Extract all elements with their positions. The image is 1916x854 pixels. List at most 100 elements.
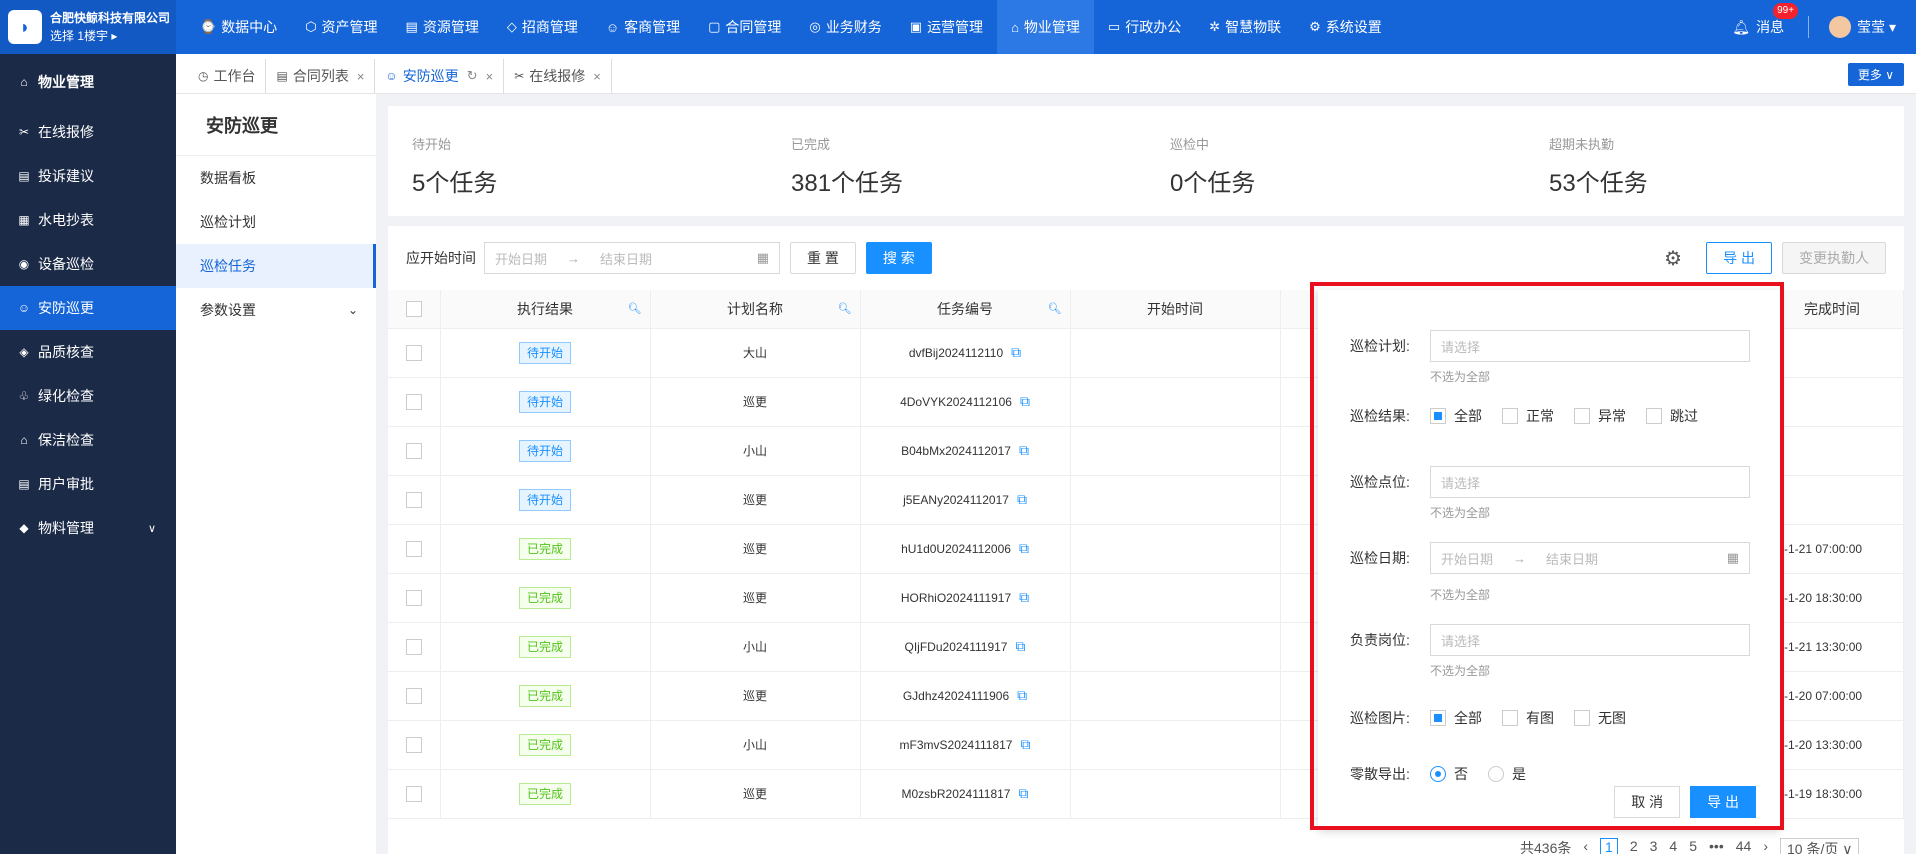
split_opts-option-1[interactable]: 是: [1488, 764, 1526, 784]
sidebar-item-5[interactable]: ◈ 品质核查: [0, 330, 176, 374]
point-select[interactable]: 请选择: [1430, 466, 1750, 498]
confirm-export-button[interactable]: 导 出: [1690, 786, 1756, 818]
post-select[interactable]: 请选择: [1430, 624, 1750, 656]
start-date-input[interactable]: 开始日期: [495, 249, 547, 268]
page-•••[interactable]: •••: [1709, 838, 1724, 854]
row-select-cell[interactable]: [388, 328, 441, 378]
result_opts-option-1[interactable]: 正常: [1502, 406, 1554, 426]
checkbox[interactable]: [1574, 710, 1590, 726]
row-checkbox[interactable]: [405, 589, 422, 606]
row-checkbox[interactable]: [405, 785, 422, 802]
nav-item-11[interactable]: ⚙ 系统设置: [1295, 0, 1396, 54]
img_opts-option-0[interactable]: 全部: [1430, 708, 1482, 728]
messages-button[interactable]: 🔔︎ 消息 99+: [1732, 3, 1799, 37]
select-all-header[interactable]: [388, 290, 441, 329]
row-checkbox[interactable]: [405, 638, 422, 655]
checkbox[interactable]: [1646, 408, 1662, 424]
close-icon[interactable]: ×: [486, 69, 494, 84]
page-5[interactable]: 5: [1689, 838, 1697, 854]
gear-icon[interactable]: ⚙: [1664, 246, 1682, 271]
copy-icon[interactable]: ⧉: [1019, 589, 1029, 605]
copy-icon[interactable]: ⧉: [1019, 442, 1029, 458]
row-checkbox[interactable]: [405, 540, 422, 557]
close-icon[interactable]: ×: [593, 69, 601, 84]
nav-item-10[interactable]: ✲ 智慧物联: [1195, 0, 1295, 54]
page-size-select[interactable]: 10 条/页 ∨: [1779, 838, 1860, 854]
row-select-cell[interactable]: [388, 622, 441, 672]
copy-icon[interactable]: ⧉: [1017, 491, 1027, 507]
popup-end-date[interactable]: 结束日期: [1546, 549, 1598, 568]
end-date-input[interactable]: 结束日期: [600, 249, 652, 268]
submenu-item-0[interactable]: 数据看板: [176, 156, 376, 200]
sidebar-item-3[interactable]: ◉ 设备巡检: [0, 242, 176, 286]
submenu-item-1[interactable]: 巡检计划: [176, 200, 376, 244]
user-menu[interactable]: 莹莹 ▾: [1808, 16, 1896, 38]
checkbox[interactable]: [1430, 408, 1446, 424]
row-select-cell[interactable]: [388, 769, 441, 819]
page-44[interactable]: 44: [1736, 838, 1752, 854]
sidebar-item-4[interactable]: ☺ 安防巡更: [0, 286, 176, 330]
row-select-cell[interactable]: [388, 671, 441, 721]
sidebar-head[interactable]: ⌂ 物业管理: [0, 54, 176, 110]
search-icon[interactable]: 🔍︎: [838, 302, 852, 315]
nav-item-0[interactable]: ⌚ 数据中心: [186, 0, 291, 54]
radio[interactable]: [1430, 766, 1446, 782]
close-icon[interactable]: ×: [357, 69, 365, 84]
search-icon[interactable]: 🔍︎: [1048, 302, 1062, 315]
copy-icon[interactable]: ⧉: [1020, 393, 1030, 409]
radio[interactable]: [1488, 766, 1504, 782]
date-range[interactable]: 开始日期 → 结束日期 ▦: [1430, 542, 1750, 574]
plan-select[interactable]: 请选择: [1430, 330, 1750, 362]
sidebar-item-2[interactable]: ▦ 水电抄表: [0, 198, 176, 242]
sidebar-item-7[interactable]: ⌂ 保洁检查: [0, 418, 176, 462]
sidebar-item-9[interactable]: ◆ 物料管理 ∨: [0, 506, 176, 550]
page-1[interactable]: 1: [1600, 838, 1618, 854]
page-2[interactable]: 2: [1630, 838, 1638, 854]
page-4[interactable]: 4: [1669, 838, 1677, 854]
refresh-icon[interactable]: ↻: [467, 68, 478, 84]
checkbox[interactable]: [1430, 710, 1446, 726]
row-checkbox[interactable]: [405, 344, 422, 361]
nav-item-2[interactable]: ▤ 资源管理: [392, 0, 493, 54]
checkbox[interactable]: [1502, 408, 1518, 424]
submenu-item-2[interactable]: 巡检任务: [176, 244, 376, 288]
row-checkbox[interactable]: [405, 687, 422, 704]
reset-button[interactable]: 重 置: [790, 242, 856, 274]
submenu-item-3[interactable]: 参数设置 ⌄: [176, 288, 376, 332]
row-checkbox[interactable]: [405, 491, 422, 508]
more-tabs-button[interactable]: 更多 ∨: [1847, 63, 1904, 86]
page-3[interactable]: 3: [1650, 838, 1658, 854]
sidebar-item-8[interactable]: ▤ 用户审批: [0, 462, 176, 506]
nav-item-5[interactable]: ▢ 合同管理: [694, 0, 795, 54]
row-select-cell[interactable]: [388, 524, 441, 574]
start-time-range[interactable]: 开始日期 → 结束日期 ▦: [484, 242, 780, 274]
cancel-button[interactable]: 取 消: [1614, 786, 1681, 818]
copy-icon[interactable]: ⧉: [1019, 540, 1029, 556]
sidebar-item-1[interactable]: ▤ 投诉建议: [0, 154, 176, 198]
nav-item-7[interactable]: ▣ 运营管理: [896, 0, 997, 54]
tab-2[interactable]: ☺ 安防巡更 ↻ ×: [375, 59, 505, 93]
export-button[interactable]: 导 出: [1706, 242, 1772, 274]
nav-item-8[interactable]: ⌂ 物业管理: [997, 0, 1094, 54]
popup-start-date[interactable]: 开始日期: [1441, 549, 1493, 568]
nav-item-3[interactable]: ◇ 招商管理: [493, 0, 592, 54]
building-selector[interactable]: 选择 1楼宇 ▸: [50, 27, 170, 45]
copy-icon[interactable]: ⧉: [1011, 344, 1021, 360]
row-checkbox[interactable]: [405, 736, 422, 753]
row-select-cell[interactable]: [388, 720, 441, 770]
tab-0[interactable]: ◷ 工作台: [188, 59, 267, 93]
checkbox[interactable]: [1574, 408, 1590, 424]
brand[interactable]: ◗ 合肥快鲸科技有限公司 选择 1楼宇 ▸: [0, 0, 176, 54]
nav-item-4[interactable]: ☺ 客商管理: [592, 0, 694, 54]
tab-3[interactable]: ✂ 在线报修 ×: [504, 59, 612, 93]
nav-item-9[interactable]: ▭ 行政办公: [1094, 0, 1195, 54]
copy-icon[interactable]: ⧉: [1020, 736, 1030, 752]
result_opts-option-0[interactable]: 全部: [1430, 406, 1482, 426]
row-checkbox[interactable]: [405, 393, 422, 410]
nav-item-1[interactable]: ⬡ 资产管理: [291, 0, 391, 54]
search-button[interactable]: 搜 索: [865, 242, 932, 274]
copy-icon[interactable]: ⧉: [1015, 638, 1025, 654]
result_opts-option-3[interactable]: 跳过: [1646, 406, 1698, 426]
nav-item-6[interactable]: ◎ 业务财务: [795, 0, 895, 54]
tab-1[interactable]: ▤ 合同列表 ×: [266, 59, 376, 93]
